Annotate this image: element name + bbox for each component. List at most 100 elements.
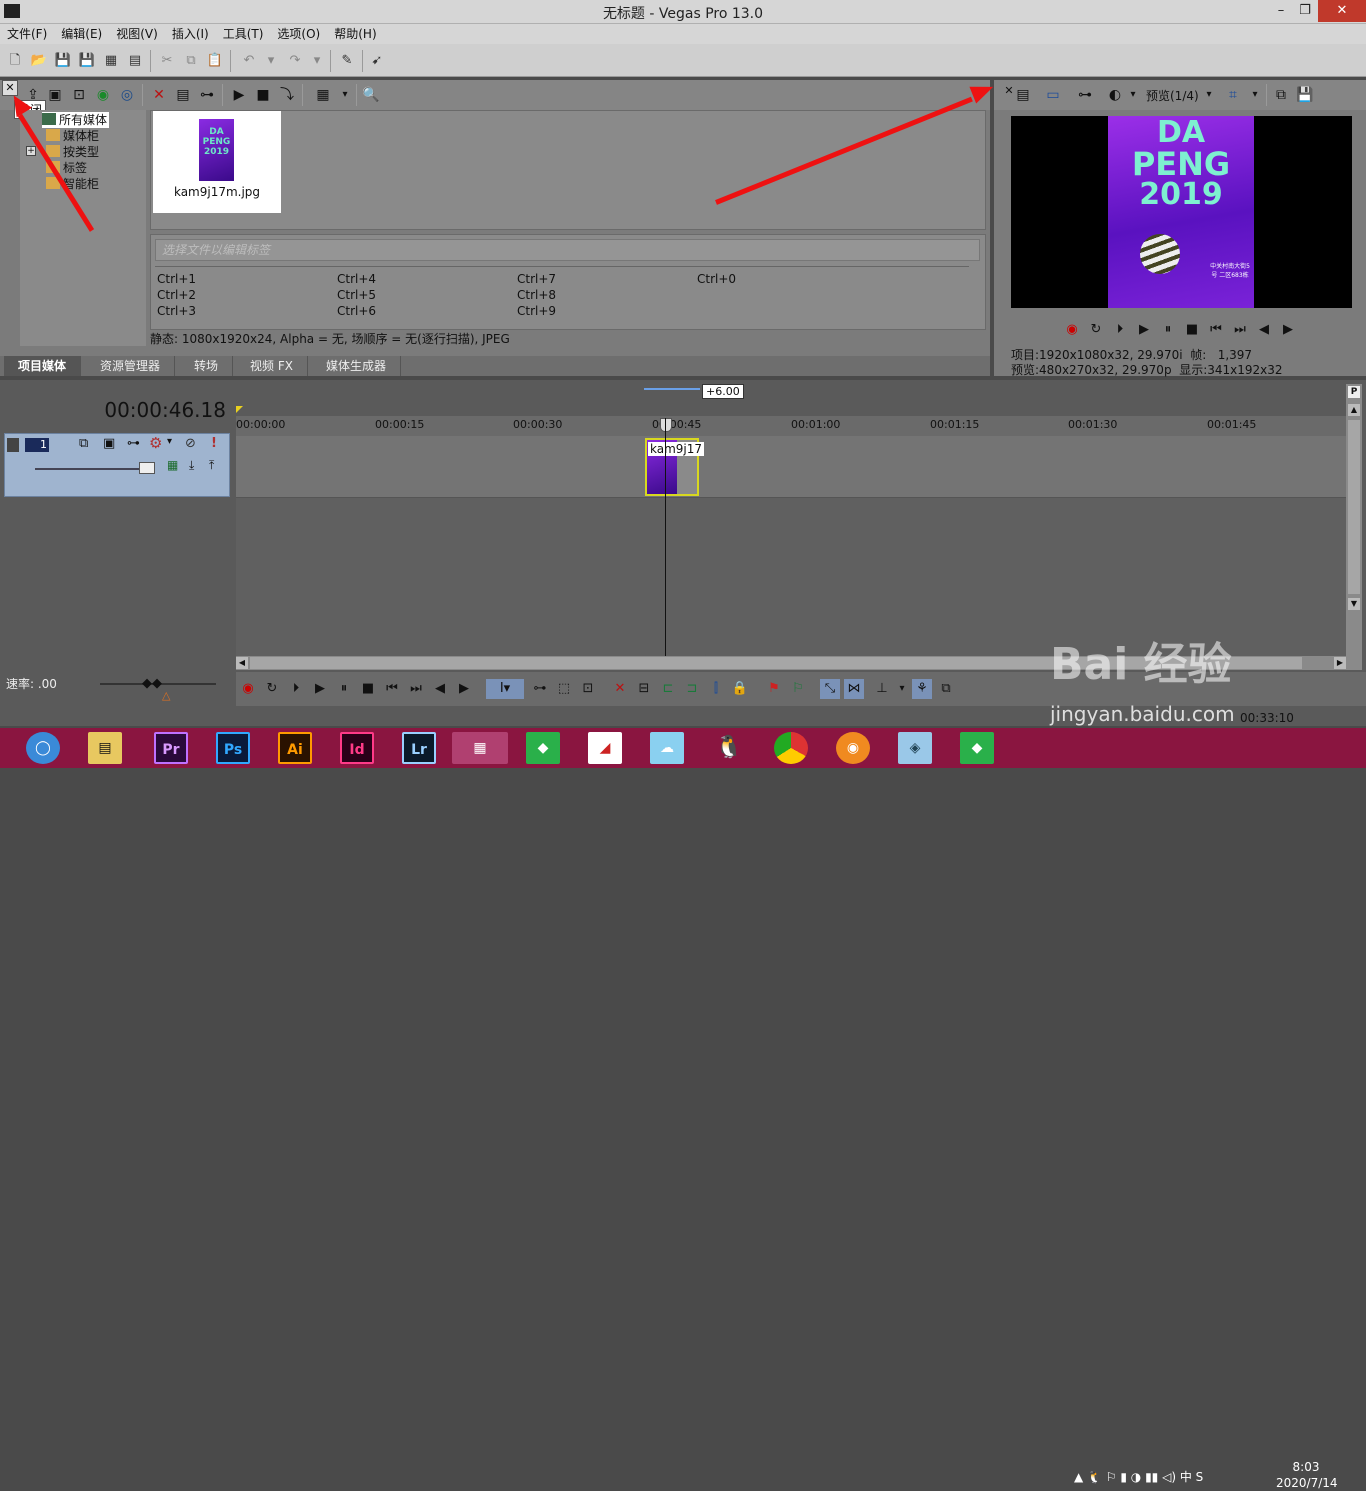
stop-icon[interactable]: ■ bbox=[1182, 320, 1202, 340]
quality-dropdown-icon[interactable]: ▾ bbox=[1198, 84, 1220, 106]
level-slider-track[interactable] bbox=[35, 468, 151, 470]
level-slider-handle[interactable] bbox=[139, 462, 155, 474]
maximize-button[interactable]: ❐ bbox=[1288, 0, 1322, 22]
photoshop-app-icon[interactable]: Ps bbox=[216, 732, 250, 764]
track-motion-icon[interactable]: ⊶ bbox=[127, 436, 140, 451]
go-to-start-icon[interactable]: ⏮ bbox=[1206, 320, 1226, 340]
tag-input[interactable]: 选择文件以编辑标签 bbox=[155, 239, 980, 261]
tag-shortcut[interactable]: Ctrl+4 bbox=[337, 272, 376, 286]
search-media-icon[interactable]: ◎ bbox=[116, 84, 138, 106]
cut-icon[interactable]: ✂ bbox=[156, 50, 178, 72]
tag-shortcut[interactable]: Ctrl+6 bbox=[337, 304, 376, 318]
file-explorer-icon[interactable]: ▤ bbox=[88, 732, 122, 764]
tag-shortcut[interactable]: Ctrl+0 bbox=[697, 272, 736, 286]
taskbar-clock[interactable]: 8:03 2020/7/14 bbox=[1276, 1459, 1338, 1491]
marker-icon[interactable] bbox=[236, 406, 243, 413]
trim-start-icon[interactable]: ⊏ bbox=[658, 679, 678, 699]
delete-icon[interactable]: ✕ bbox=[610, 679, 630, 699]
tag-shortcut[interactable]: Ctrl+2 bbox=[157, 288, 196, 302]
expand-icon[interactable]: + bbox=[26, 146, 36, 156]
illustrator-app-icon[interactable]: Ai bbox=[278, 732, 312, 764]
video-fx-icon[interactable]: ⊶ bbox=[1074, 84, 1096, 106]
stop-media-icon[interactable]: ■ bbox=[252, 84, 274, 106]
lightroom-app-icon[interactable]: Lr bbox=[402, 732, 436, 764]
views-icon[interactable]: ▦ bbox=[312, 84, 334, 106]
track-list-icon[interactable]: P bbox=[1348, 386, 1360, 398]
menu-tools[interactable]: 工具(T) bbox=[216, 24, 271, 44]
go-to-start-icon[interactable]: ⏮ bbox=[382, 679, 402, 699]
views-dropdown-icon[interactable]: ▾ bbox=[334, 84, 356, 106]
tab-video-fx[interactable]: 视频 FX bbox=[236, 356, 308, 376]
qq-app-icon[interactable]: 🐧 bbox=[712, 732, 746, 764]
paste-icon[interactable]: 📋 bbox=[204, 50, 226, 72]
split-dropdown-icon[interactable]: ▾ bbox=[1122, 84, 1144, 106]
record-icon[interactable]: ◉ bbox=[238, 679, 258, 699]
tab-project-media[interactable]: 项目媒体 bbox=[4, 356, 82, 376]
loop-icon[interactable]: ↻ bbox=[1086, 320, 1106, 340]
remove-icon[interactable]: ✕ bbox=[148, 84, 170, 106]
tree-item-by-type[interactable]: 按类型 bbox=[46, 144, 99, 160]
undo-dropdown-icon[interactable]: ▾ bbox=[260, 50, 282, 72]
play-media-icon[interactable]: ▶ bbox=[228, 84, 250, 106]
close-button[interactable]: ✕ bbox=[1318, 0, 1366, 22]
help-pointer-icon[interactable]: ➹ bbox=[366, 50, 388, 72]
web-media-icon[interactable]: ◉ bbox=[92, 84, 114, 106]
render-icon[interactable]: ▦ bbox=[100, 50, 122, 72]
menu-help[interactable]: 帮助(H) bbox=[327, 24, 383, 44]
undo-icon[interactable]: ↶ bbox=[238, 50, 260, 72]
track-up-icon[interactable]: ⤒ bbox=[209, 458, 214, 473]
play-from-start-icon[interactable]: ⏵ bbox=[1110, 320, 1130, 340]
tag-shortcut[interactable]: Ctrl+1 bbox=[157, 272, 196, 286]
scroll-left-icon[interactable]: ◀ bbox=[236, 657, 248, 669]
go-to-end-icon[interactable]: ⏭ bbox=[1230, 320, 1250, 340]
tag-shortcut[interactable]: Ctrl+9 bbox=[517, 304, 556, 318]
tray-icons[interactable]: ▲ 🐧 ⚐ ▮ ◑ ▮▮ ◁) 中 S bbox=[1074, 1468, 1203, 1485]
snapping-dropdown-icon[interactable]: ▾ bbox=[892, 679, 912, 699]
insert-region-icon[interactable]: ⚐ bbox=[788, 679, 808, 699]
indesign-app-icon[interactable]: Id bbox=[340, 732, 374, 764]
timeline-ruler[interactable]: 00:00:00 00:00:15 00:00:30 00:00:45 00:0… bbox=[236, 416, 1346, 436]
rate-reset-icon[interactable]: △ bbox=[162, 689, 170, 702]
mute-icon[interactable]: ⊘ bbox=[185, 436, 196, 451]
search-icon[interactable]: 🔍 bbox=[360, 84, 382, 106]
next-frame-icon[interactable]: ▶ bbox=[454, 679, 474, 699]
playhead-handle[interactable] bbox=[660, 418, 672, 432]
play-icon[interactable]: ▶ bbox=[310, 679, 330, 699]
video-track-header[interactable]: 1 ⧉ ▣ ⊶ ⚙ ▾ ⊘ ! ▦ ⤓ ⤒ bbox=[4, 433, 230, 497]
pause-icon[interactable]: ⏸ bbox=[1158, 320, 1178, 340]
tab-media-generators[interactable]: 媒体生成器 bbox=[312, 356, 402, 376]
zoom-tool-icon[interactable]: ⊡ bbox=[578, 679, 598, 699]
loop-icon[interactable]: ↻ bbox=[262, 679, 282, 699]
save-icon[interactable]: 💾 bbox=[52, 50, 74, 72]
solo-icon[interactable]: ! bbox=[211, 436, 217, 451]
green-app-2-icon[interactable]: ◆ bbox=[960, 732, 994, 764]
overlays-dropdown-icon[interactable]: ▾ bbox=[1244, 84, 1266, 106]
menu-view[interactable]: 视图(V) bbox=[109, 24, 165, 44]
properties-icon[interactable]: ▤ bbox=[124, 50, 146, 72]
tag-shortcut[interactable]: Ctrl+3 bbox=[157, 304, 196, 318]
track-down-icon[interactable]: ⤓ bbox=[189, 458, 194, 473]
edit-tool-icon[interactable]: ✎ bbox=[336, 50, 358, 72]
tab-explorer[interactable]: 资源管理器 bbox=[86, 356, 176, 376]
previous-frame-icon[interactable]: ◀ bbox=[1254, 320, 1274, 340]
copy-icon[interactable]: ⧉ bbox=[180, 50, 202, 72]
red-app-icon[interactable]: ◢ bbox=[588, 732, 622, 764]
split-icon[interactable]: ⫿ bbox=[706, 679, 726, 699]
go-to-end-icon[interactable]: ⏭ bbox=[406, 679, 426, 699]
tag-shortcut[interactable]: Ctrl+8 bbox=[517, 288, 556, 302]
record-icon[interactable]: ◉ bbox=[1062, 320, 1082, 340]
track-fx-dropdown-icon[interactable]: ▾ bbox=[167, 436, 172, 447]
menu-options[interactable]: 选项(O) bbox=[270, 24, 327, 44]
normal-edit-tool-icon[interactable]: Ⅰ▾ bbox=[486, 679, 524, 699]
capture-video-icon[interactable]: ▣ bbox=[44, 84, 66, 106]
premiere-app-icon[interactable]: Pr bbox=[154, 732, 188, 764]
scroll-down-icon[interactable]: ▼ bbox=[1348, 598, 1360, 610]
tree-item-smart-bin[interactable]: 智能柜 bbox=[46, 176, 99, 192]
loop-region-bar[interactable] bbox=[644, 388, 700, 390]
previous-frame-icon[interactable]: ◀ bbox=[430, 679, 450, 699]
cloud-app-icon[interactable]: ☁ bbox=[650, 732, 684, 764]
ignore-grouping-icon[interactable]: ⧉ bbox=[936, 679, 956, 699]
video-track-lane[interactable] bbox=[236, 436, 1346, 498]
save-as-icon[interactable]: 💾 bbox=[76, 50, 98, 72]
tree-item-all-media[interactable]: 所有媒体 bbox=[42, 112, 110, 128]
